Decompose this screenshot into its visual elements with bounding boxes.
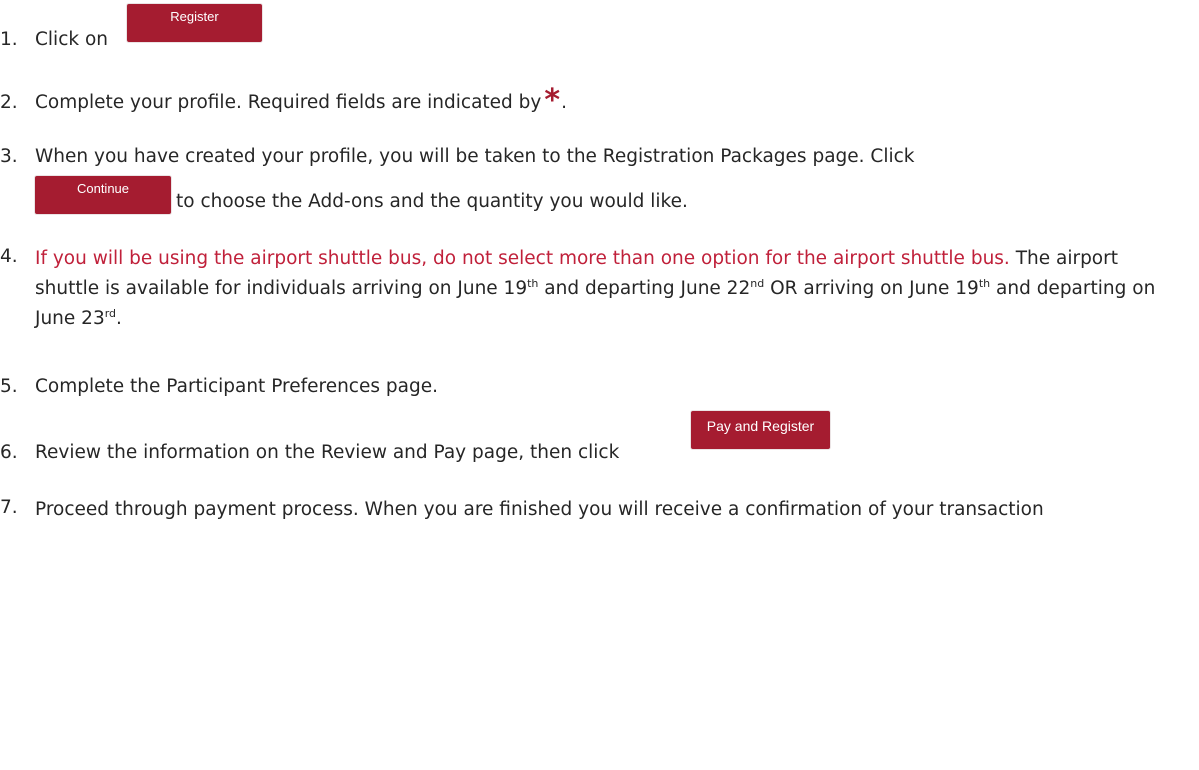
step-text: Click on bbox=[35, 29, 109, 50]
step-number: 2. bbox=[0, 92, 18, 113]
step-text: to choose the Add-ons and the quantity y… bbox=[176, 191, 688, 212]
step-text: Proceed through payment process. When yo… bbox=[35, 499, 1044, 520]
step-number: 1. bbox=[0, 29, 18, 50]
step-text: Complete your profile. Required fields a… bbox=[35, 83, 567, 118]
step-text: When you have created your profile, you … bbox=[35, 146, 915, 167]
step-number: 4. bbox=[0, 246, 18, 267]
required-asterisk-icon: * bbox=[544, 83, 561, 118]
step-text: Complete the Participant Preferences pag… bbox=[35, 376, 438, 397]
continue-button[interactable]: Continue bbox=[35, 176, 171, 214]
shuttle-warning: If you will be using the airport shuttle… bbox=[35, 248, 1010, 269]
step-text: Review the information on the Review and… bbox=[35, 442, 620, 463]
step-number: 7. bbox=[0, 497, 18, 518]
step-number: 6. bbox=[0, 442, 18, 463]
pay-and-register-button[interactable]: Pay and Register bbox=[691, 411, 830, 449]
step-number: 3. bbox=[0, 146, 18, 167]
step-number: 5. bbox=[0, 376, 18, 397]
register-button[interactable]: Register bbox=[127, 4, 262, 42]
